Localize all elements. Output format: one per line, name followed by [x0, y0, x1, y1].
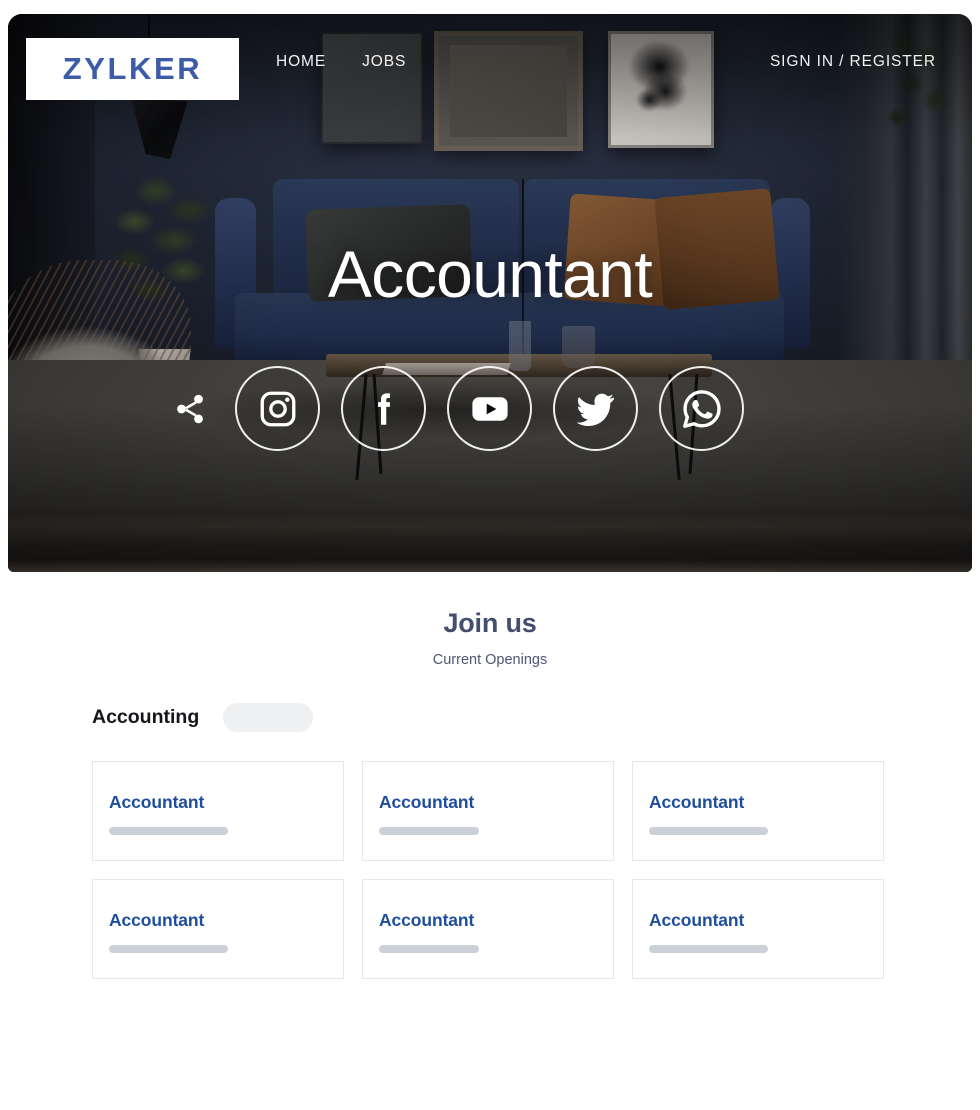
- youtube-button[interactable]: [447, 366, 532, 451]
- nav-link-home[interactable]: HOME: [276, 53, 326, 71]
- job-card[interactable]: Accountant: [362, 879, 614, 979]
- logo-text: ZYLKER: [62, 51, 203, 86]
- job-meta-placeholder: [109, 945, 228, 953]
- whatsapp-icon: [682, 389, 721, 428]
- youtube-icon: [471, 396, 508, 421]
- job-meta-placeholder: [379, 827, 479, 835]
- job-title-link[interactable]: Accountant: [649, 792, 867, 813]
- instagram-button[interactable]: [235, 366, 320, 451]
- nav-links: HOME JOBS: [276, 14, 406, 110]
- job-title-link[interactable]: Accountant: [379, 792, 597, 813]
- job-title-link[interactable]: Accountant: [379, 910, 597, 931]
- twitter-icon: [576, 393, 615, 427]
- job-title-link[interactable]: Accountant: [109, 910, 327, 931]
- social-share-row: [168, 366, 744, 451]
- job-meta-placeholder: [379, 945, 479, 953]
- job-card[interactable]: Accountant: [632, 761, 884, 861]
- sign-in-register-link[interactable]: SIGN IN / REGISTER: [770, 14, 936, 110]
- job-card[interactable]: Accountant: [92, 761, 344, 861]
- nav-link-jobs[interactable]: JOBS: [362, 53, 406, 71]
- job-card[interactable]: Accountant: [362, 761, 614, 861]
- job-title-link[interactable]: Accountant: [649, 910, 867, 931]
- twitter-button[interactable]: [553, 366, 638, 451]
- job-card[interactable]: Accountant: [632, 879, 884, 979]
- hero-banner: ZYLKER HOME JOBS SIGN IN / REGISTER Acco…: [8, 14, 972, 572]
- facebook-button[interactable]: [341, 366, 426, 451]
- current-openings-subtitle: Current Openings: [432, 652, 548, 668]
- page-root: ZYLKER HOME JOBS SIGN IN / REGISTER Acco…: [0, 0, 980, 1110]
- join-us-title: Join us: [443, 608, 537, 638]
- share-icon[interactable]: [168, 387, 212, 431]
- whatsapp-button[interactable]: [659, 366, 744, 451]
- job-cards-grid: Accountant Accountant Accountant Account…: [92, 761, 884, 979]
- job-title-link[interactable]: Accountant: [109, 792, 327, 813]
- instagram-icon: [260, 391, 295, 426]
- logo[interactable]: ZYLKER: [26, 38, 239, 100]
- department-row: Accounting: [92, 703, 314, 732]
- department-placeholder-pill: [223, 703, 314, 732]
- join-us-section: Join us Current Openings: [0, 608, 980, 668]
- top-navbar: ZYLKER HOME JOBS SIGN IN / REGISTER: [8, 14, 972, 110]
- facebook-icon: [377, 392, 390, 425]
- job-meta-placeholder: [649, 827, 768, 835]
- department-name: Accounting: [92, 706, 200, 728]
- hero-title: Accountant: [327, 237, 653, 311]
- job-meta-placeholder: [109, 827, 228, 835]
- job-card[interactable]: Accountant: [92, 879, 344, 979]
- job-meta-placeholder: [649, 945, 768, 953]
